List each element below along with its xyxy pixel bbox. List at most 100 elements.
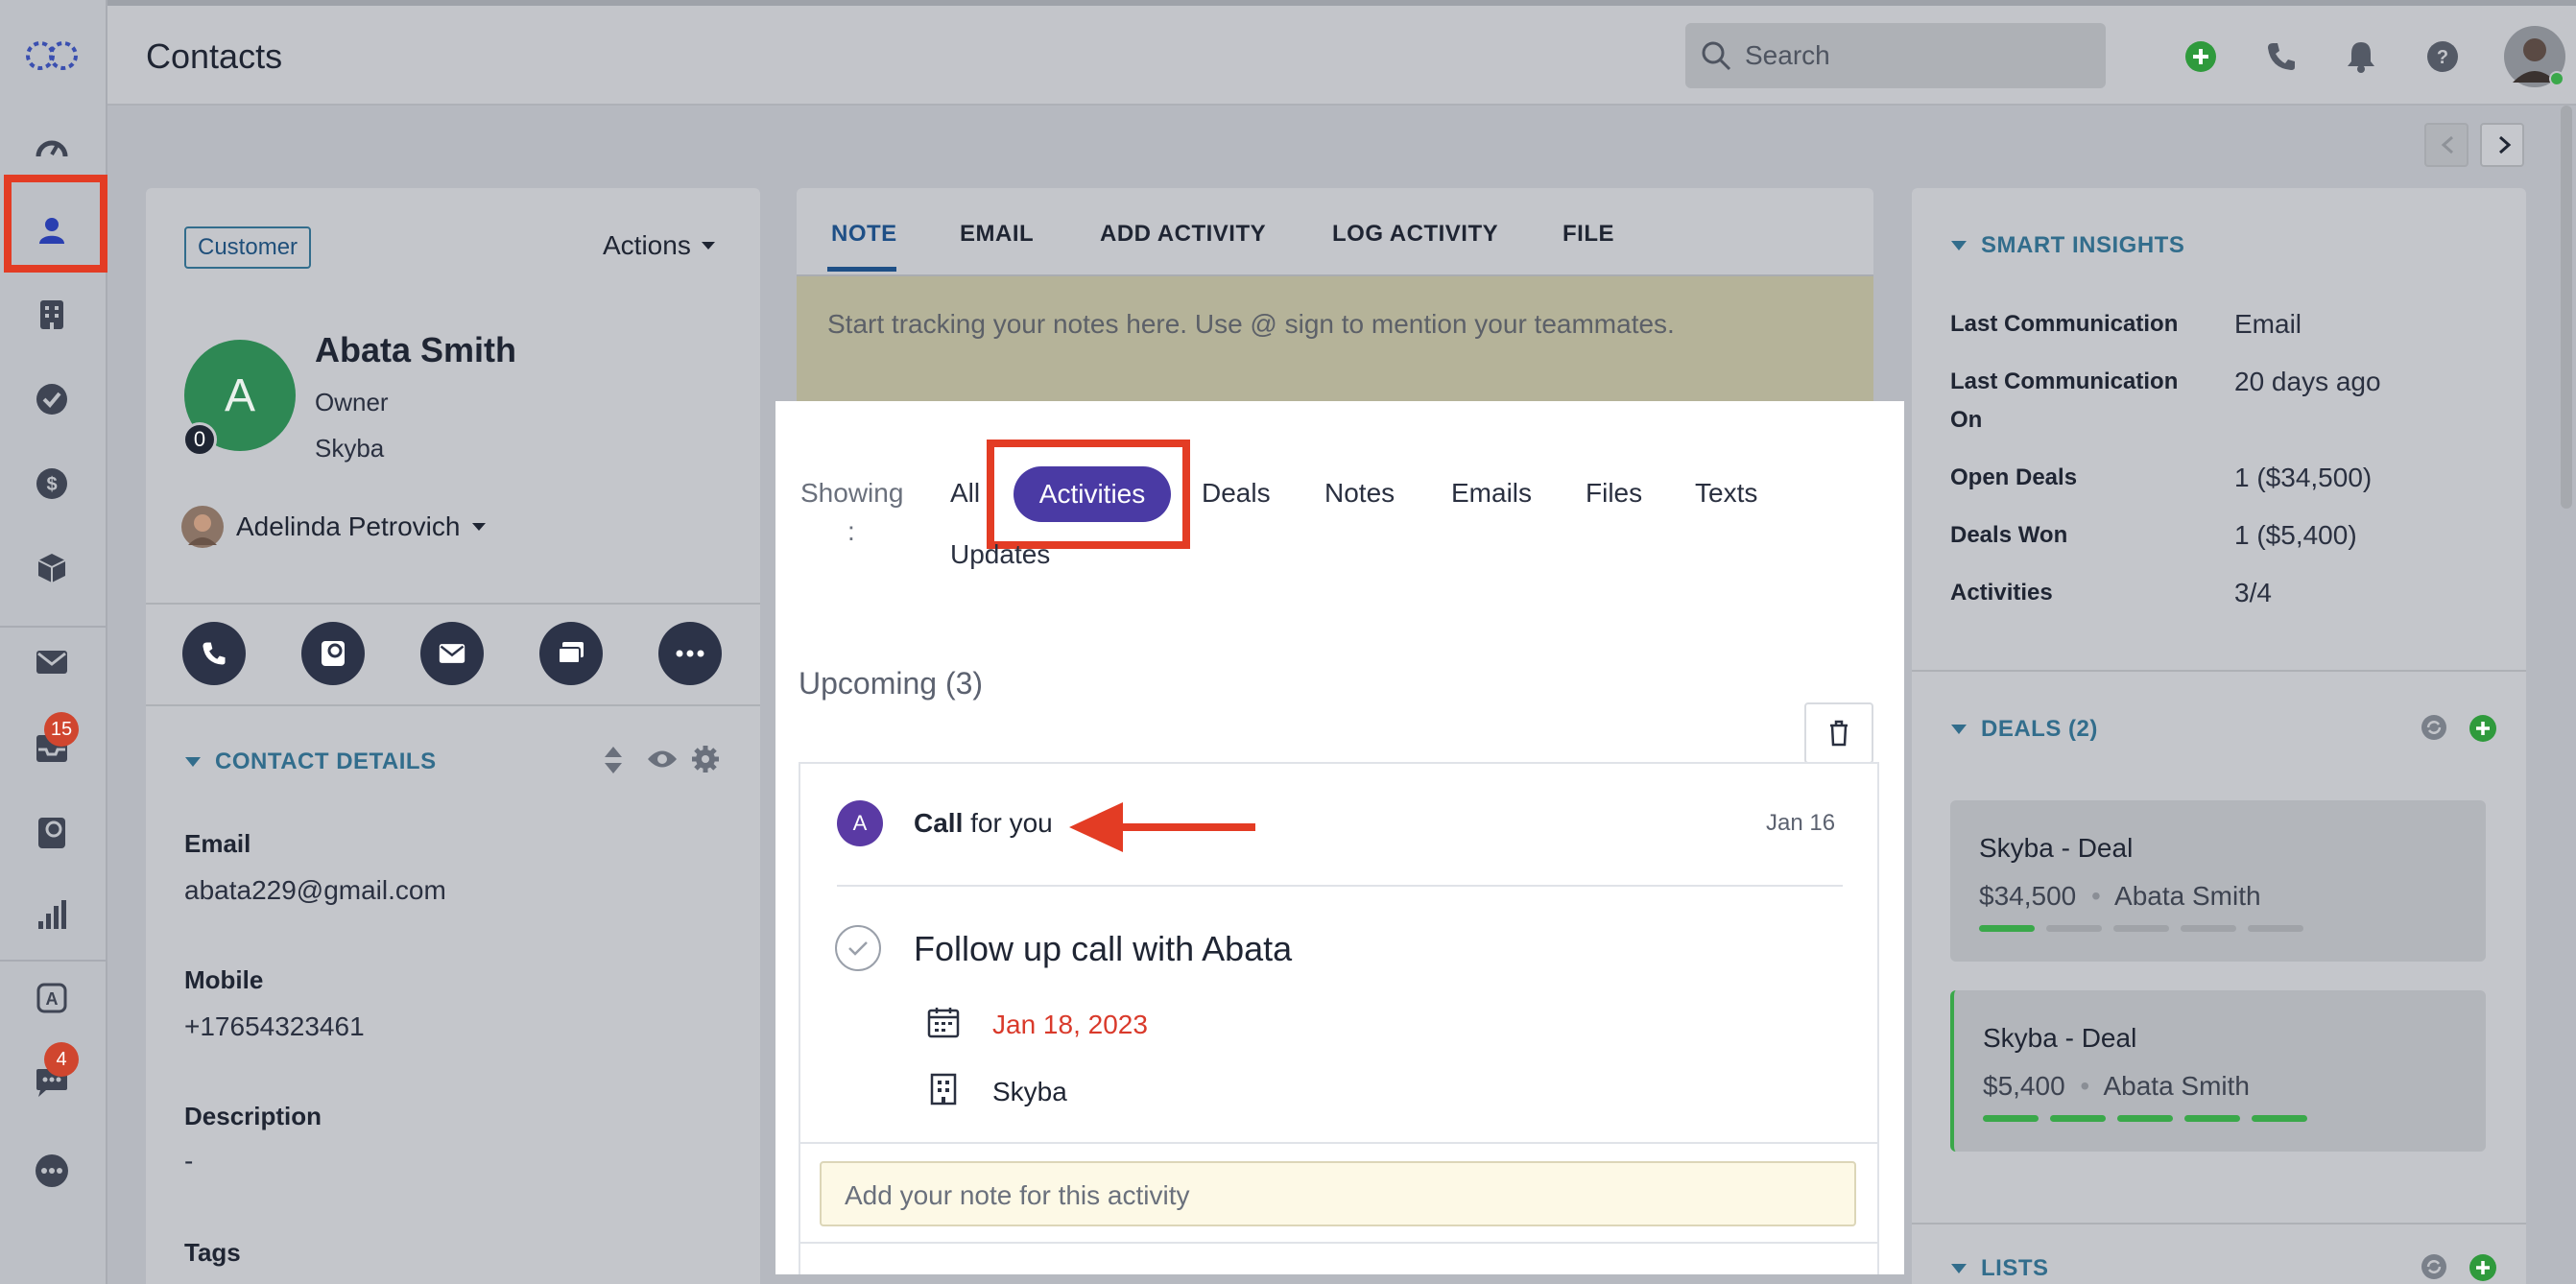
reports-icon[interactable] bbox=[21, 883, 83, 944]
showing-label: Showing bbox=[800, 478, 904, 508]
caret-down-icon bbox=[185, 757, 201, 767]
tab-add-activity[interactable]: ADD ACTIVITY bbox=[1100, 221, 1266, 248]
activity-title[interactable]: Follow up call with Abata bbox=[914, 929, 1292, 969]
search-icon bbox=[1702, 41, 1731, 71]
delete-button[interactable] bbox=[1804, 702, 1873, 764]
phone-log-icon[interactable] bbox=[21, 802, 83, 864]
previous-record-button[interactable] bbox=[2424, 123, 2469, 167]
email-value[interactable]: abata229@gmail.com bbox=[184, 875, 446, 906]
lists-toggle[interactable]: LISTS bbox=[1950, 1255, 2049, 1282]
caret-down-icon bbox=[701, 242, 715, 250]
tasks-icon[interactable] bbox=[21, 369, 83, 430]
caret-down-icon bbox=[1951, 241, 1967, 250]
tags-label: Tags bbox=[184, 1238, 241, 1267]
activity-avatar: A bbox=[837, 800, 883, 846]
more-apps-icon[interactable] bbox=[21, 1140, 83, 1201]
note-input[interactable]: Start tracking your notes here. Use @ si… bbox=[797, 274, 1873, 401]
top-bar: Contacts ? bbox=[107, 0, 2576, 106]
phone-log-icon bbox=[322, 641, 345, 666]
contact-role: Owner bbox=[315, 388, 389, 416]
filter-notes[interactable]: Notes bbox=[1324, 478, 1395, 509]
filter-files[interactable]: Files bbox=[1586, 478, 1642, 509]
reorder-icon[interactable] bbox=[603, 745, 624, 775]
contact-details-toggle[interactable]: CONTACT DETAILS bbox=[184, 749, 437, 775]
avatar-count-badge: 0 bbox=[182, 422, 217, 457]
highlight-activities-filter bbox=[987, 440, 1190, 549]
activity-type: Call bbox=[914, 808, 964, 838]
activity-note-input[interactable]: Add your note for this activity bbox=[820, 1161, 1856, 1226]
insight-label: Deals Won bbox=[1950, 522, 2068, 548]
deal-stage-segment bbox=[2181, 925, 2236, 932]
next-record-button[interactable] bbox=[2480, 123, 2524, 167]
deals-icon[interactable]: $ bbox=[21, 453, 83, 514]
call-button[interactable] bbox=[182, 622, 246, 685]
upcoming-header: Upcoming (3) bbox=[799, 666, 984, 701]
insight-value: 1 ($5,400) bbox=[2234, 520, 2357, 550]
deal-stage-segment bbox=[2046, 925, 2102, 932]
description-value[interactable]: - bbox=[184, 1146, 193, 1177]
insight-value: 20 days ago bbox=[2234, 367, 2381, 396]
tab-file[interactable]: FILE bbox=[1562, 221, 1614, 248]
description-label: Description bbox=[184, 1102, 322, 1130]
deal-stage-segment bbox=[1979, 925, 2035, 932]
filter-all[interactable]: All bbox=[950, 478, 980, 509]
products-icon[interactable] bbox=[21, 537, 83, 599]
add-icon[interactable] bbox=[2184, 40, 2217, 73]
filter-texts[interactable]: Texts bbox=[1695, 478, 1757, 509]
add-deal-icon[interactable] bbox=[2469, 714, 2497, 743]
lists-header: LISTS bbox=[1981, 1255, 2049, 1281]
phone-icon[interactable] bbox=[2265, 40, 2298, 73]
email-icon[interactable] bbox=[21, 631, 83, 693]
eye-icon[interactable] bbox=[647, 749, 678, 770]
insight-label: Activities bbox=[1950, 580, 2053, 606]
contact-company: Skyba bbox=[315, 434, 385, 463]
deals-toggle[interactable]: DEALS (2) bbox=[1950, 716, 2098, 743]
freshsales-logo-icon[interactable] bbox=[21, 25, 83, 86]
filter-updates[interactable]: Updates bbox=[950, 539, 1050, 570]
tab-note[interactable]: NOTE bbox=[831, 221, 897, 248]
refresh-icon[interactable] bbox=[2421, 714, 2447, 741]
send-email-button[interactable] bbox=[420, 622, 484, 685]
filter-deals[interactable]: Deals bbox=[1202, 478, 1271, 509]
log-call-button[interactable] bbox=[301, 622, 365, 685]
activity-company[interactable]: Skyba bbox=[992, 1077, 1067, 1107]
add-list-icon[interactable] bbox=[2469, 1253, 2497, 1282]
bulk-email-button[interactable] bbox=[539, 622, 603, 685]
activity-due-date: Jan 18, 2023 bbox=[992, 1010, 1148, 1039]
tab-email[interactable]: EMAIL bbox=[960, 221, 1034, 248]
pointer-arrow-icon bbox=[1069, 802, 1255, 852]
mobile-value[interactable]: +17654323461 bbox=[184, 1011, 365, 1042]
complete-checkbox[interactable] bbox=[835, 925, 881, 971]
deal-card[interactable]: Skyba - Deal $5,400 • Abata Smith bbox=[1950, 990, 2486, 1152]
more-actions-button[interactable] bbox=[658, 622, 722, 685]
settings-gear-icon[interactable] bbox=[691, 745, 720, 773]
insight-value: 1 ($34,500) bbox=[2234, 463, 2373, 492]
calendar-icon bbox=[927, 1008, 960, 1038]
dashboard-icon[interactable] bbox=[21, 115, 83, 177]
search-input[interactable] bbox=[1745, 40, 2071, 71]
deal-stage-segment bbox=[2248, 925, 2303, 932]
svg-text:A: A bbox=[46, 989, 59, 1009]
insights-card: SMART INSIGHTS Last Communication Email … bbox=[1912, 188, 2526, 1284]
activity-date: Jan 16 bbox=[1766, 810, 1836, 836]
owner-selector[interactable]: Adelinda Petrovich bbox=[180, 505, 487, 549]
refresh-icon[interactable] bbox=[2421, 1253, 2447, 1280]
deal-amount: $5,400 bbox=[1983, 1071, 2065, 1101]
contact-details-header: CONTACT DETAILS bbox=[215, 749, 437, 774]
ai-assistant-icon[interactable]: A bbox=[21, 967, 83, 1029]
help-icon[interactable]: ? bbox=[2426, 40, 2459, 73]
tab-log-activity[interactable]: LOG ACTIVITY bbox=[1332, 221, 1498, 248]
filter-emails[interactable]: Emails bbox=[1451, 478, 1532, 509]
notification-bell-icon[interactable] bbox=[2346, 40, 2376, 73]
accounts-icon[interactable] bbox=[21, 284, 83, 345]
smart-insights-toggle[interactable]: SMART INSIGHTS bbox=[1950, 232, 2184, 259]
actions-dropdown[interactable]: Actions bbox=[603, 230, 716, 261]
customer-badge: Customer bbox=[184, 226, 312, 269]
chat-badge: 4 bbox=[44, 1042, 79, 1077]
deal-stage-segment bbox=[2050, 1115, 2106, 1122]
multi-email-icon bbox=[558, 642, 584, 664]
page-scrollbar[interactable] bbox=[2561, 106, 2572, 509]
deal-card[interactable]: Skyba - Deal $34,500 • Abata Smith bbox=[1950, 800, 2486, 962]
search-box[interactable] bbox=[1685, 23, 2106, 88]
user-avatar[interactable] bbox=[2503, 25, 2566, 88]
